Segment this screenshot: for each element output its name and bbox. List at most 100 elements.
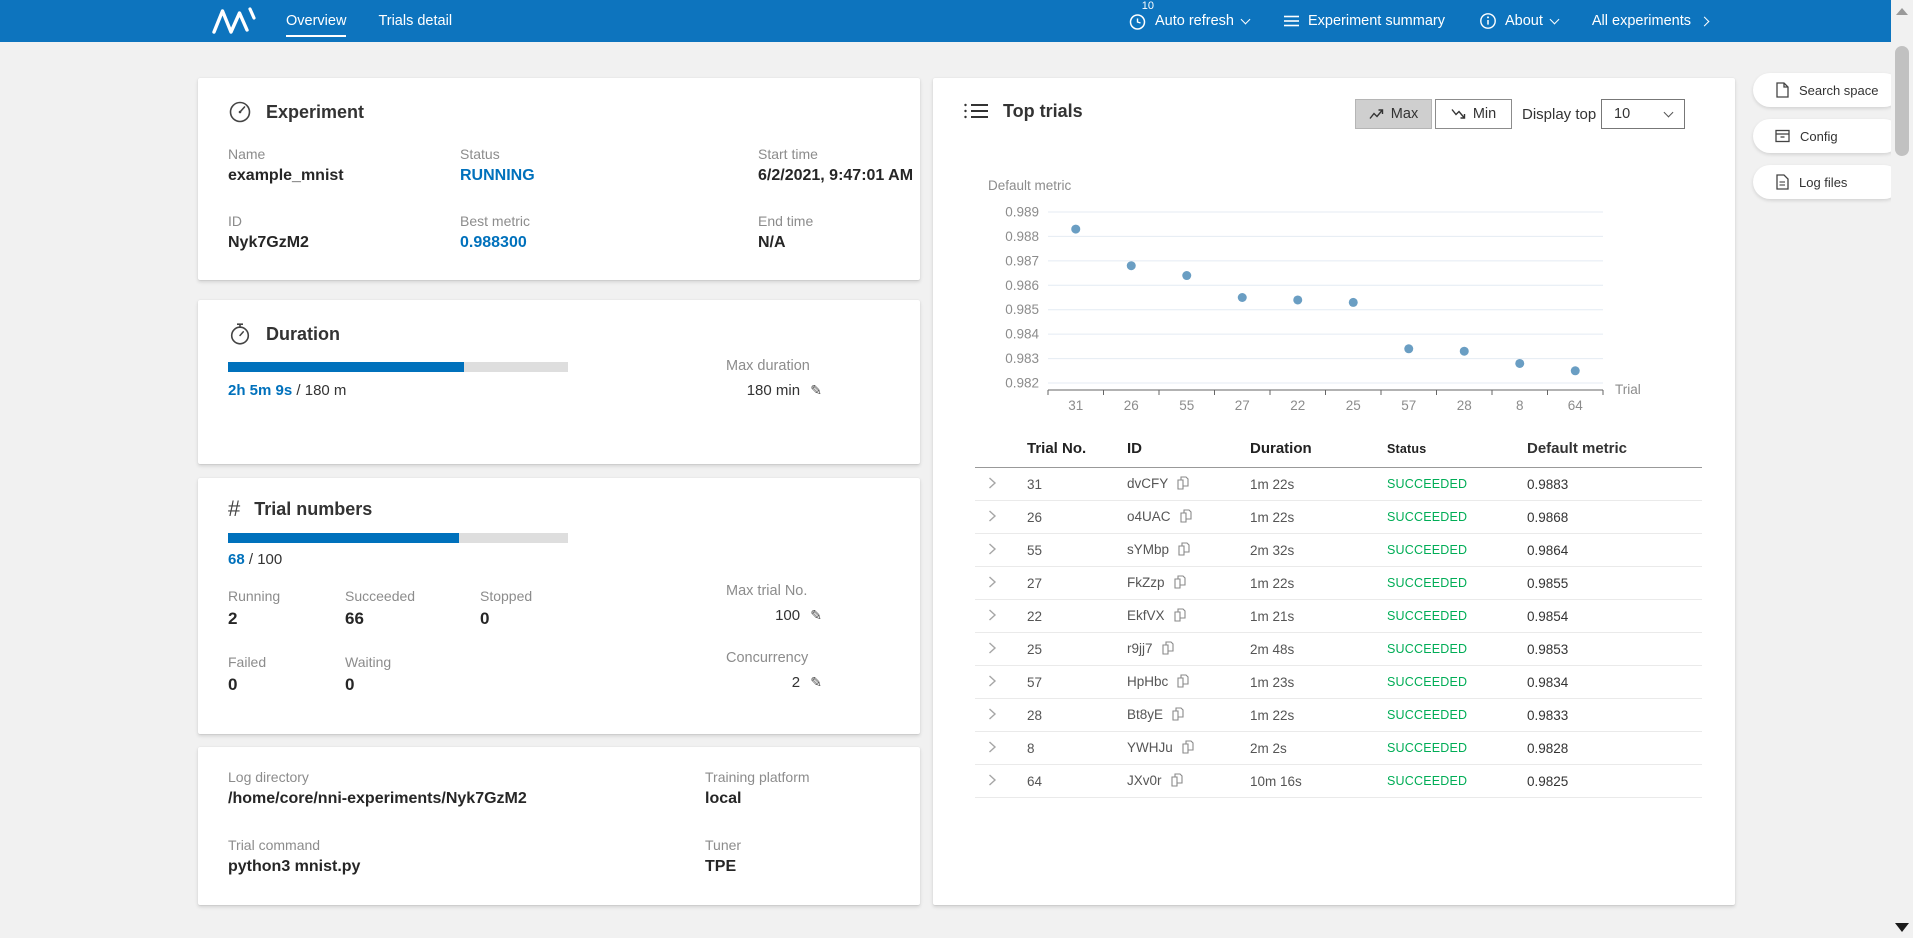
experiment-summary-button[interactable]: Experiment summary bbox=[1283, 13, 1445, 29]
expand-row-icon[interactable] bbox=[987, 575, 997, 592]
expand-row-icon[interactable] bbox=[987, 509, 997, 526]
table-row[interactable]: 28 Bt8yE 1m 22s SUCCEEDED 0.9833 bbox=[975, 699, 1702, 732]
field-value: python3 mnist.py bbox=[228, 858, 360, 876]
tab-trials-detail[interactable]: Trials detail bbox=[378, 9, 452, 33]
header-id: ID bbox=[1115, 440, 1238, 468]
copy-id-icon[interactable] bbox=[1171, 773, 1183, 790]
trial-duration-cell: 2m 48s bbox=[1238, 633, 1375, 666]
trial-id-cell: JXv0r bbox=[1115, 765, 1238, 798]
all-experiments-link[interactable]: All experiments bbox=[1592, 13, 1708, 29]
duration-elapsed: 2h 5m 9s bbox=[228, 382, 292, 399]
display-top-value: 10 bbox=[1614, 106, 1630, 122]
table-row[interactable]: 31 dvCFY 1m 22s SUCCEEDED 0.9883 bbox=[975, 468, 1702, 501]
scrollbar[interactable] bbox=[1891, 0, 1913, 938]
trial-no-cell: 22 bbox=[1015, 600, 1115, 633]
svg-text:28: 28 bbox=[1457, 398, 1472, 413]
table-row[interactable]: 8 YWHJu 2m 2s SUCCEEDED 0.9828 bbox=[975, 732, 1702, 765]
max-button[interactable]: Max bbox=[1355, 99, 1432, 129]
stat-waiting: Waiting 0 bbox=[345, 654, 391, 695]
log-files-button[interactable]: Log files bbox=[1753, 165, 1901, 199]
tab-overview[interactable]: Overview bbox=[286, 9, 346, 33]
default-metric-chart: Default metric0.9820.9830.9840.9850.9860… bbox=[963, 158, 1663, 430]
field-value: 0.988300 bbox=[460, 234, 530, 252]
list-detail-icon bbox=[963, 100, 989, 122]
max-trial-value: 100 bbox=[775, 607, 800, 624]
copy-id-icon[interactable] bbox=[1162, 641, 1174, 658]
table-row[interactable]: 27 FkZzp 1m 22s SUCCEEDED 0.9855 bbox=[975, 567, 1702, 600]
config-button[interactable]: Config bbox=[1753, 119, 1901, 153]
table-row[interactable]: 64 JXv0r 10m 16s SUCCEEDED 0.9825 bbox=[975, 765, 1702, 798]
trial-metric-cell: 0.9833 bbox=[1515, 699, 1702, 732]
stat-value: 0 bbox=[228, 675, 266, 695]
stat-value: 0 bbox=[345, 675, 391, 695]
about-menu[interactable]: About bbox=[1479, 12, 1558, 30]
duration-separator: / bbox=[296, 382, 300, 399]
info-icon bbox=[1479, 12, 1497, 30]
edit-concurrency-icon[interactable]: ✎ bbox=[810, 675, 822, 691]
min-button-label: Min bbox=[1473, 106, 1496, 122]
copy-id-icon[interactable] bbox=[1174, 575, 1186, 592]
stopwatch-icon bbox=[228, 322, 252, 346]
svg-text:26: 26 bbox=[1124, 398, 1139, 413]
min-button[interactable]: Min bbox=[1435, 99, 1512, 129]
chevron-down-icon bbox=[1549, 14, 1559, 24]
chevron-right-icon bbox=[1700, 16, 1710, 26]
navbar: Overview Trials detail 10 Auto refresh E… bbox=[0, 0, 1913, 42]
status-badge: RUNNING bbox=[460, 167, 535, 185]
duration-total: 180 m bbox=[305, 382, 347, 399]
stat-value: 2 bbox=[228, 609, 280, 629]
experiment-card-title: Experiment bbox=[266, 102, 364, 123]
table-row[interactable]: 26 o4UAC 1m 22s SUCCEEDED 0.9868 bbox=[975, 501, 1702, 534]
table-row[interactable]: 22 EkfVX 1m 21s SUCCEEDED 0.9854 bbox=[975, 600, 1702, 633]
header-default-metric: Default metric bbox=[1515, 440, 1702, 468]
svg-text:55: 55 bbox=[1179, 398, 1194, 413]
edit-max-trial-icon[interactable]: ✎ bbox=[810, 608, 822, 624]
copy-id-icon[interactable] bbox=[1172, 707, 1184, 724]
field-label: Start time bbox=[758, 146, 913, 162]
table-row[interactable]: 55 sYMbp 2m 32s SUCCEEDED 0.9864 bbox=[975, 534, 1702, 567]
search-space-button[interactable]: Search space bbox=[1753, 73, 1901, 107]
duration-progress-fill bbox=[228, 362, 464, 372]
copy-id-icon[interactable] bbox=[1177, 476, 1189, 493]
field-tuner: Tuner TPE bbox=[705, 837, 741, 876]
trials-separator: / bbox=[249, 551, 253, 568]
copy-id-icon[interactable] bbox=[1178, 542, 1190, 559]
field-best-metric: Best metric 0.988300 bbox=[460, 213, 530, 252]
nni-logo-icon[interactable] bbox=[210, 5, 258, 37]
table-row[interactable]: 25 r9jj7 2m 48s SUCCEEDED 0.9853 bbox=[975, 633, 1702, 666]
copy-id-icon[interactable] bbox=[1174, 608, 1186, 625]
expand-row-icon[interactable] bbox=[987, 641, 997, 658]
scroll-up-arrow-icon[interactable] bbox=[1896, 8, 1908, 15]
auto-refresh-menu[interactable]: 10 Auto refresh bbox=[1128, 11, 1249, 31]
expand-row-icon[interactable] bbox=[987, 608, 997, 625]
stat-failed: Failed 0 bbox=[228, 654, 266, 695]
hash-icon: # bbox=[228, 496, 240, 522]
top-trials-card: Top trials Max Min Display top 10 Defaul… bbox=[933, 78, 1735, 905]
trial-metric-cell: 0.9825 bbox=[1515, 765, 1702, 798]
svg-text:31: 31 bbox=[1068, 398, 1083, 413]
max-trial-label: Max trial No. bbox=[726, 583, 836, 599]
expand-row-icon[interactable] bbox=[987, 674, 997, 691]
trial-status-cell: SUCCEEDED bbox=[1375, 732, 1515, 765]
expand-row-icon[interactable] bbox=[987, 740, 997, 757]
field-status: Status RUNNING bbox=[460, 146, 535, 185]
field-end-time: End time N/A bbox=[758, 213, 813, 252]
expand-row-icon[interactable] bbox=[987, 773, 997, 790]
expand-row-icon[interactable] bbox=[987, 542, 997, 559]
expand-row-icon[interactable] bbox=[987, 476, 997, 493]
header-status: Status bbox=[1375, 440, 1515, 468]
edit-max-duration-icon[interactable]: ✎ bbox=[810, 383, 822, 399]
expand-row-icon[interactable] bbox=[987, 707, 997, 724]
scroll-down-arrow-icon[interactable] bbox=[1895, 923, 1909, 932]
stat-value: 0 bbox=[480, 609, 532, 629]
copy-id-icon[interactable] bbox=[1180, 509, 1192, 526]
copy-id-icon[interactable] bbox=[1182, 740, 1194, 757]
table-row[interactable]: 57 HpHbc 1m 23s SUCCEEDED 0.9834 bbox=[975, 666, 1702, 699]
trial-id-cell: sYMbp bbox=[1115, 534, 1238, 567]
copy-id-icon[interactable] bbox=[1177, 674, 1189, 691]
scrollbar-thumb[interactable] bbox=[1895, 46, 1909, 156]
svg-text:0.983: 0.983 bbox=[1005, 351, 1039, 366]
trial-duration-cell: 1m 22s bbox=[1238, 501, 1375, 534]
display-top-select[interactable]: 10 bbox=[1601, 99, 1685, 129]
auto-refresh-label: Auto refresh bbox=[1155, 13, 1234, 29]
